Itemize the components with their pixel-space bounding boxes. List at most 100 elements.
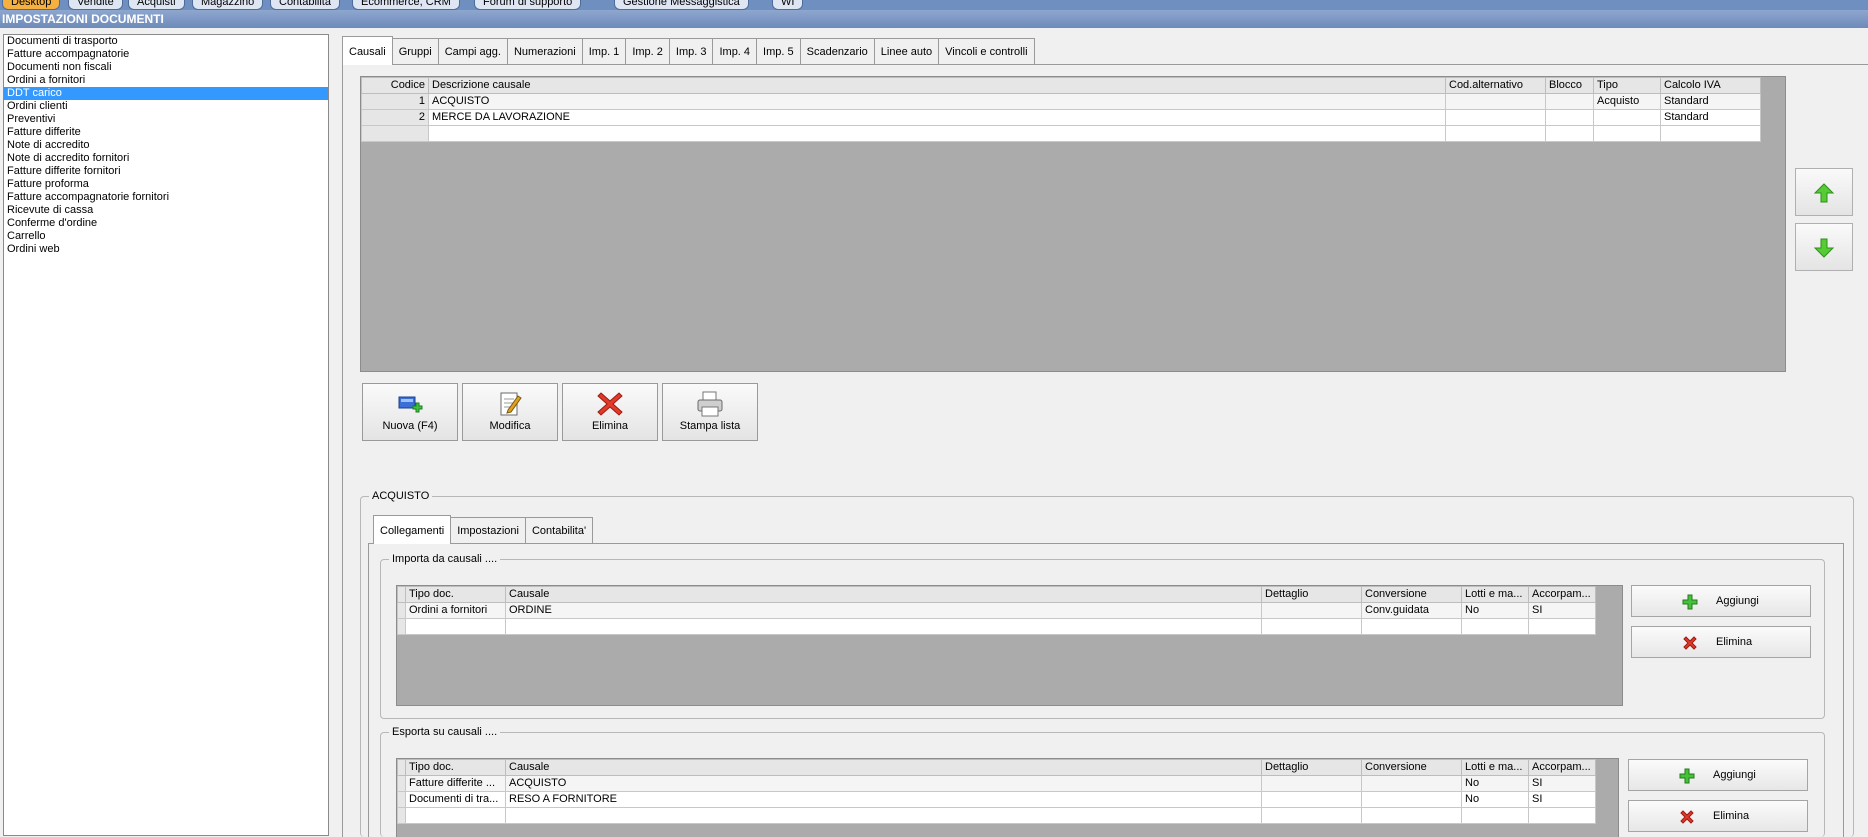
table-cell[interactable] <box>1461 807 1529 824</box>
table-row[interactable]: Fatture differite ... ACQUISTO No SI <box>397 775 1596 792</box>
column-header[interactable]: Causale <box>505 759 1262 776</box>
list-item[interactable]: Preventivi <box>4 113 328 126</box>
tab-impostazioni[interactable]: Impostazioni <box>450 517 526 544</box>
delete-button[interactable]: Elimina <box>562 383 658 441</box>
table-cell[interactable] <box>428 125 1446 142</box>
table-cell[interactable] <box>1660 125 1761 142</box>
list-item[interactable]: Documenti non fiscali <box>4 61 328 74</box>
column-header[interactable]: Conversione <box>1361 586 1462 603</box>
menu-tab-messaggistica[interactable]: Gestione Messaggistica <box>614 0 749 10</box>
table-cell[interactable]: No <box>1461 775 1529 792</box>
list-item[interactable]: Fatture accompagnatorie <box>4 48 328 61</box>
export-add-button[interactable]: Aggiungi <box>1628 759 1808 791</box>
table-cell[interactable] <box>361 125 429 142</box>
list-item[interactable]: Note di accredito <box>4 139 328 152</box>
list-item-selected[interactable]: DDT carico <box>4 87 328 100</box>
table-cell[interactable]: SI <box>1528 775 1596 792</box>
tab-imp-5[interactable]: Imp. 5 <box>756 38 801 65</box>
table-cell[interactable] <box>1461 618 1529 635</box>
column-header[interactable]: Calcolo IVA <box>1660 77 1761 94</box>
table-cell[interactable]: No <box>1461 602 1529 619</box>
table-cell[interactable]: 1 <box>361 93 429 110</box>
table-cell[interactable] <box>1261 602 1362 619</box>
menu-tab-ecommerce[interactable]: Ecommerce, CRM <box>352 0 460 10</box>
tab-campi-agg[interactable]: Campi agg. <box>437 38 508 65</box>
table-cell[interactable] <box>505 618 1262 635</box>
table-cell[interactable] <box>1445 125 1546 142</box>
menu-tab-forum[interactable]: Forum di supporto <box>474 0 582 10</box>
column-header[interactable]: Tipo doc. <box>405 759 506 776</box>
column-header[interactable]: Lotti e ma... <box>1461 759 1529 776</box>
table-cell[interactable] <box>1593 125 1661 142</box>
table-cell[interactable]: ACQUISTO <box>505 775 1262 792</box>
column-header[interactable]: Cod.alternativo <box>1445 77 1546 94</box>
column-header[interactable]: Accorpam... <box>1528 759 1596 776</box>
table-row[interactable]: Documenti di tra... RESO A FORNITORE No … <box>397 791 1596 808</box>
list-item[interactable]: Ordini a fornitori <box>4 74 328 87</box>
table-cell[interactable]: RESO A FORNITORE <box>505 791 1262 808</box>
table-cell[interactable]: Conv.guidata <box>1361 602 1462 619</box>
table-cell[interactable] <box>1261 791 1362 808</box>
list-item[interactable]: Ordini clienti <box>4 100 328 113</box>
causali-grid[interactable]: Codice Descrizione causale Cod.alternati… <box>360 76 1786 372</box>
table-cell[interactable]: Acquisto <box>1593 93 1661 110</box>
tab-imp-2[interactable]: Imp. 2 <box>625 38 670 65</box>
table-cell[interactable]: Fatture differite ... <box>405 775 506 792</box>
list-item[interactable]: Fatture differite fornitori <box>4 165 328 178</box>
tab-causali[interactable]: Causali <box>342 36 393 65</box>
table-cell[interactable]: 2 <box>361 109 429 126</box>
column-header[interactable]: Causale <box>505 586 1262 603</box>
tab-imp-1[interactable]: Imp. 1 <box>581 38 627 65</box>
table-cell[interactable] <box>1261 807 1362 824</box>
table-cell[interactable] <box>1445 109 1546 126</box>
table-cell[interactable] <box>1361 807 1462 824</box>
tab-collegamenti[interactable]: Collegamenti <box>373 515 452 544</box>
list-item[interactable]: Ordini web <box>4 243 328 256</box>
menu-tab-contabilita[interactable]: Contabilita <box>270 0 340 10</box>
table-cell[interactable]: No <box>1461 791 1529 808</box>
menu-tab-acquisti[interactable]: Acquisti <box>128 0 185 10</box>
table-cell[interactable] <box>1545 93 1594 110</box>
table-cell[interactable] <box>405 807 506 824</box>
table-new-row[interactable] <box>397 807 1596 824</box>
move-up-button[interactable] <box>1795 168 1853 216</box>
tab-gruppi[interactable]: Gruppi <box>391 38 439 65</box>
menu-tab-wi[interactable]: WI <box>772 0 804 10</box>
table-cell[interactable] <box>1361 791 1462 808</box>
list-item[interactable]: Fatture accompagnatorie fornitori <box>4 191 328 204</box>
table-cell[interactable]: Standard <box>1660 93 1761 110</box>
column-header[interactable]: Codice <box>361 77 429 94</box>
tab-imp-4[interactable]: Imp. 4 <box>712 38 758 65</box>
menu-tab-magazzino[interactable]: Magazzino <box>192 0 264 10</box>
tab-numerazioni[interactable]: Numerazioni <box>506 38 583 65</box>
menu-tab-vendite[interactable]: Vendite <box>68 0 123 10</box>
tab-contabilita[interactable]: Contabilita' <box>524 517 594 544</box>
column-header[interactable]: Lotti e ma... <box>1461 586 1529 603</box>
list-item[interactable]: Fatture proforma <box>4 178 328 191</box>
table-row[interactable]: Ordini a fornitori ORDINE Conv.guidata N… <box>397 602 1596 619</box>
tab-vincoli[interactable]: Vincoli e controlli <box>938 38 1035 65</box>
list-item[interactable]: Carrello <box>4 230 328 243</box>
table-cell[interactable] <box>1361 618 1462 635</box>
column-header[interactable]: Blocco <box>1545 77 1594 94</box>
table-cell[interactable]: Standard <box>1660 109 1761 126</box>
edit-button[interactable]: Modifica <box>462 383 558 441</box>
tab-imp-3[interactable]: Imp. 3 <box>668 38 714 65</box>
new-button[interactable]: Nuova (F4) <box>362 383 458 441</box>
table-cell[interactable] <box>505 807 1262 824</box>
list-item[interactable]: Ricevute di cassa <box>4 204 328 217</box>
table-cell[interactable] <box>405 618 506 635</box>
print-list-button[interactable]: Stampa lista <box>662 383 758 441</box>
table-cell[interactable]: Documenti di tra... <box>405 791 506 808</box>
column-header[interactable]: Tipo doc. <box>405 586 506 603</box>
table-cell[interactable] <box>1545 109 1594 126</box>
column-header[interactable]: Conversione <box>1361 759 1462 776</box>
column-header[interactable]: Dettaglio <box>1261 759 1362 776</box>
column-header[interactable]: Descrizione causale <box>428 77 1446 94</box>
document-type-list[interactable]: Documenti di trasporto Fatture accompagn… <box>3 34 329 836</box>
table-cell[interactable] <box>1528 807 1596 824</box>
tab-linee-auto[interactable]: Linee auto <box>873 38 940 65</box>
import-grid[interactable]: Tipo doc. Causale Dettaglio Conversione … <box>396 585 1623 706</box>
export-grid[interactable]: Tipo doc. Causale Dettaglio Conversione … <box>396 758 1619 837</box>
move-down-button[interactable] <box>1795 223 1853 271</box>
